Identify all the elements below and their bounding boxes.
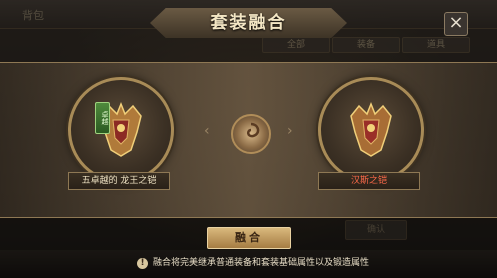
dialog-title: 套装融合 (210, 13, 287, 33)
close-icon: × (448, 12, 464, 33)
close-button[interactable]: × (444, 12, 468, 36)
swirl-icon (247, 122, 260, 138)
info-icon: ! (137, 258, 148, 269)
fusion-swirl-icon (231, 114, 271, 154)
arrow-right-icon: › (287, 123, 293, 139)
source-item-slot[interactable]: 卓越 (68, 77, 174, 183)
fuse-button[interactable]: 融合 (207, 227, 291, 249)
hans-armor-icon (350, 101, 392, 157)
quality-badge: 卓越 (95, 102, 110, 134)
arrow-left-icon: ‹ (204, 123, 210, 139)
source-item-name: 五卓越的 龙王之铠 (68, 172, 170, 190)
target-item-slot[interactable] (318, 77, 424, 183)
fusion-tip: 融合将完美继承普通装备和套装基础属性以及锻造属性 (153, 258, 370, 268)
target-item-name: 汉斯之铠 (318, 172, 420, 190)
